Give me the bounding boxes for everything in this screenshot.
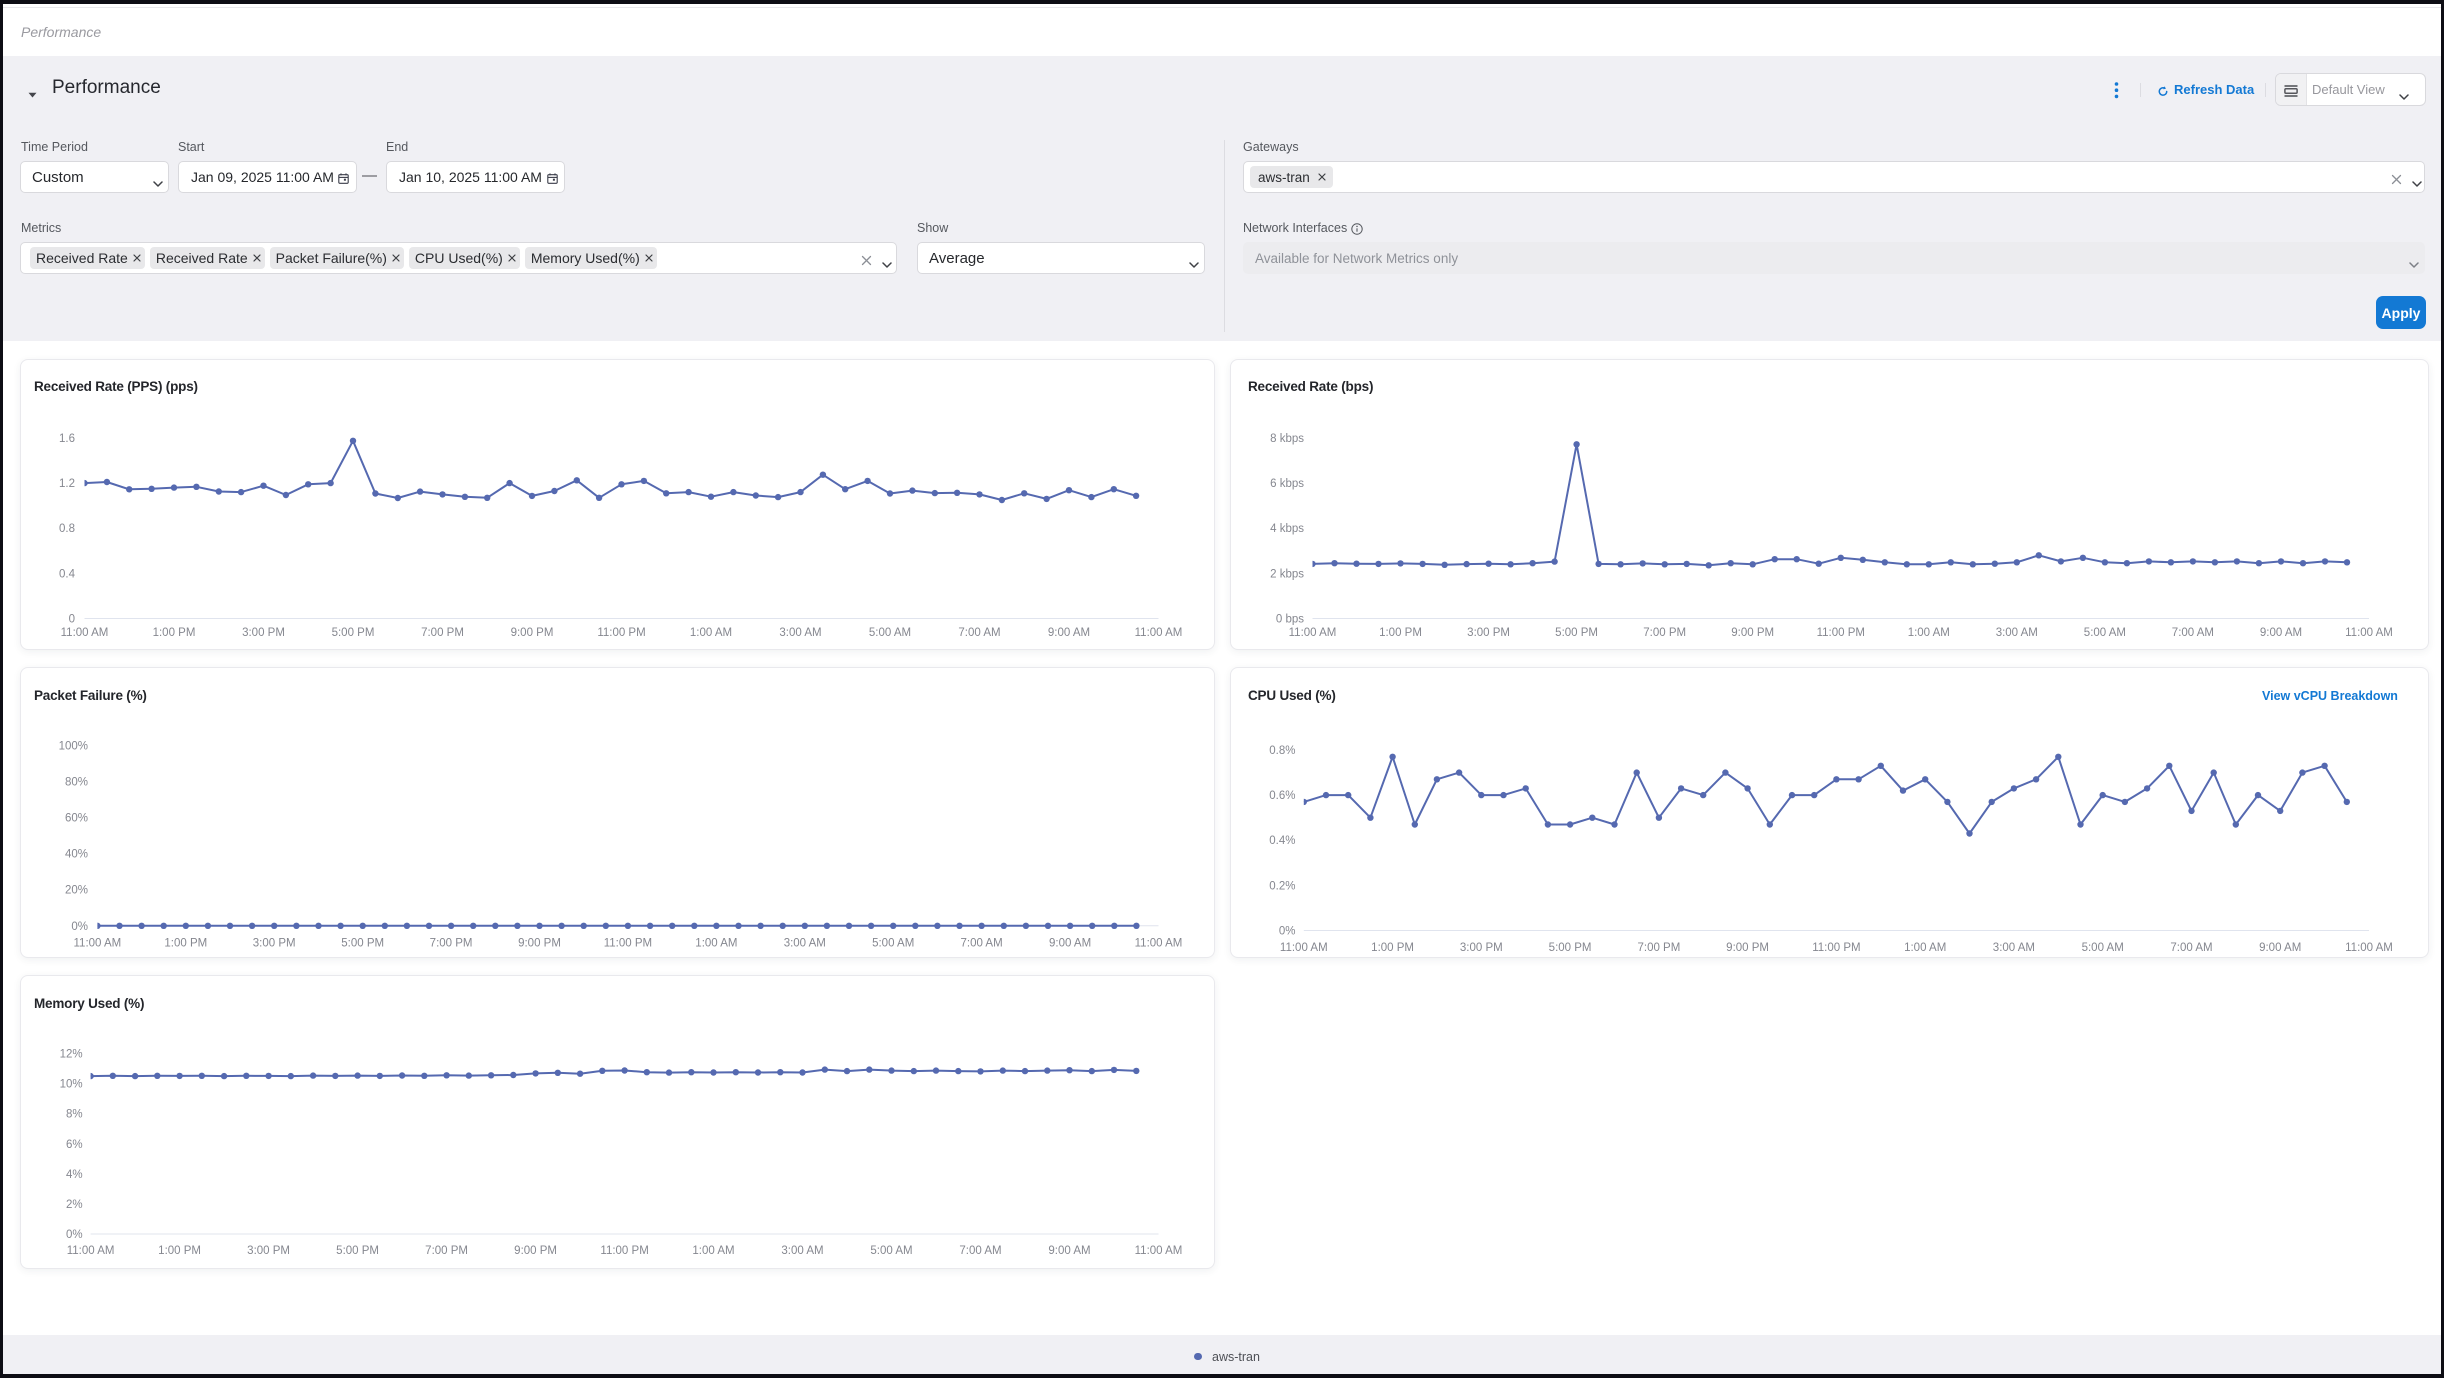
svg-text:11:00 AM: 11:00 AM xyxy=(67,1245,115,1257)
svg-text:9:00 AM: 9:00 AM xyxy=(1048,1245,1090,1257)
svg-text:5:00 AM: 5:00 AM xyxy=(2084,627,2126,639)
svg-text:11:00 AM: 11:00 AM xyxy=(1135,938,1183,950)
svg-text:1:00 PM: 1:00 PM xyxy=(1379,627,1422,639)
svg-text:7:00 AM: 7:00 AM xyxy=(958,627,1000,639)
svg-text:3:00 AM: 3:00 AM xyxy=(1993,942,2035,954)
svg-text:11:00 AM: 11:00 AM xyxy=(74,938,122,950)
svg-text:5:00 AM: 5:00 AM xyxy=(872,938,914,950)
svg-text:5:00 PM: 5:00 PM xyxy=(336,1245,379,1257)
svg-text:0.8%: 0.8% xyxy=(1269,745,1295,757)
svg-text:11:00 PM: 11:00 PM xyxy=(1812,942,1860,954)
svg-text:60%: 60% xyxy=(65,813,88,825)
svg-text:0 bps: 0 bps xyxy=(1276,614,1304,626)
svg-text:80%: 80% xyxy=(65,776,88,788)
svg-text:4 kbps: 4 kbps xyxy=(1270,523,1304,535)
svg-text:0%: 0% xyxy=(1279,926,1296,938)
svg-text:7:00 PM: 7:00 PM xyxy=(1637,942,1680,954)
svg-text:0.8: 0.8 xyxy=(59,523,75,535)
svg-text:3:00 PM: 3:00 PM xyxy=(1467,627,1510,639)
svg-text:20%: 20% xyxy=(65,885,88,897)
svg-text:5:00 PM: 5:00 PM xyxy=(332,627,375,639)
svg-text:1.6: 1.6 xyxy=(59,433,75,445)
svg-text:12%: 12% xyxy=(60,1049,83,1061)
svg-text:2 kbps: 2 kbps xyxy=(1270,568,1304,580)
svg-text:0%: 0% xyxy=(66,1229,83,1241)
svg-text:3:00 AM: 3:00 AM xyxy=(779,627,821,639)
svg-text:11:00 AM: 11:00 AM xyxy=(1135,1245,1183,1257)
svg-text:3:00 AM: 3:00 AM xyxy=(781,1245,823,1257)
svg-text:11:00 PM: 11:00 PM xyxy=(604,938,652,950)
svg-text:1:00 AM: 1:00 AM xyxy=(692,1245,734,1257)
svg-text:9:00 PM: 9:00 PM xyxy=(1731,627,1774,639)
svg-text:7:00 PM: 7:00 PM xyxy=(1643,627,1686,639)
svg-text:5:00 PM: 5:00 PM xyxy=(1549,942,1592,954)
svg-text:8%: 8% xyxy=(66,1109,83,1121)
svg-text:6 kbps: 6 kbps xyxy=(1270,478,1304,490)
svg-text:3:00 PM: 3:00 PM xyxy=(253,938,296,950)
svg-text:2%: 2% xyxy=(66,1199,83,1211)
svg-text:7:00 AM: 7:00 AM xyxy=(960,938,1002,950)
svg-text:3:00 PM: 3:00 PM xyxy=(247,1245,290,1257)
svg-text:9:00 AM: 9:00 AM xyxy=(1049,938,1091,950)
svg-text:1:00 PM: 1:00 PM xyxy=(153,627,196,639)
svg-text:5:00 AM: 5:00 AM xyxy=(2082,942,2124,954)
svg-text:1:00 PM: 1:00 PM xyxy=(1371,942,1414,954)
svg-text:11:00 AM: 11:00 AM xyxy=(1135,627,1183,639)
svg-text:11:00 AM: 11:00 AM xyxy=(1289,627,1337,639)
svg-text:9:00 PM: 9:00 PM xyxy=(1726,942,1769,954)
svg-text:10%: 10% xyxy=(60,1079,83,1091)
svg-text:9:00 PM: 9:00 PM xyxy=(514,1245,557,1257)
svg-text:9:00 PM: 9:00 PM xyxy=(518,938,561,950)
svg-text:4%: 4% xyxy=(66,1169,83,1181)
svg-text:0.6%: 0.6% xyxy=(1269,790,1295,802)
svg-text:3:00 PM: 3:00 PM xyxy=(1460,942,1503,954)
svg-text:5:00 PM: 5:00 PM xyxy=(341,938,384,950)
svg-text:8 kbps: 8 kbps xyxy=(1270,433,1304,445)
svg-text:7:00 AM: 7:00 AM xyxy=(2172,627,2214,639)
svg-text:7:00 AM: 7:00 AM xyxy=(959,1245,1001,1257)
svg-text:9:00 PM: 9:00 PM xyxy=(511,627,554,639)
svg-text:0%: 0% xyxy=(71,921,88,933)
svg-text:1:00 AM: 1:00 AM xyxy=(690,627,732,639)
svg-text:1:00 PM: 1:00 PM xyxy=(164,938,207,950)
svg-text:5:00 AM: 5:00 AM xyxy=(869,627,911,639)
svg-text:1:00 AM: 1:00 AM xyxy=(1908,627,1950,639)
svg-text:11:00 PM: 11:00 PM xyxy=(600,1245,648,1257)
svg-text:11:00 AM: 11:00 AM xyxy=(2345,627,2393,639)
svg-text:5:00 PM: 5:00 PM xyxy=(1555,627,1598,639)
svg-text:11:00 AM: 11:00 AM xyxy=(61,627,109,639)
svg-text:3:00 AM: 3:00 AM xyxy=(1996,627,2038,639)
svg-text:3:00 PM: 3:00 PM xyxy=(242,627,285,639)
svg-text:11:00 PM: 11:00 PM xyxy=(1817,627,1865,639)
svg-text:1:00 AM: 1:00 AM xyxy=(1904,942,1946,954)
svg-text:0.4: 0.4 xyxy=(59,568,76,580)
svg-text:11:00 AM: 11:00 AM xyxy=(2345,942,2393,954)
svg-text:11:00 PM: 11:00 PM xyxy=(597,627,645,639)
svg-text:1:00 PM: 1:00 PM xyxy=(158,1245,201,1257)
svg-text:1:00 AM: 1:00 AM xyxy=(695,938,737,950)
svg-text:7:00 PM: 7:00 PM xyxy=(425,1245,468,1257)
svg-text:7:00 AM: 7:00 AM xyxy=(2170,942,2212,954)
svg-text:7:00 PM: 7:00 PM xyxy=(421,627,464,639)
svg-text:0.4%: 0.4% xyxy=(1269,835,1295,847)
svg-text:9:00 AM: 9:00 AM xyxy=(2259,942,2301,954)
svg-text:100%: 100% xyxy=(59,740,88,752)
svg-text:5:00 AM: 5:00 AM xyxy=(870,1245,912,1257)
svg-text:11:00 AM: 11:00 AM xyxy=(1280,942,1328,954)
svg-text:40%: 40% xyxy=(65,849,88,861)
svg-text:9:00 AM: 9:00 AM xyxy=(2260,627,2302,639)
svg-text:9:00 AM: 9:00 AM xyxy=(1048,627,1090,639)
svg-text:7:00 PM: 7:00 PM xyxy=(430,938,473,950)
svg-text:6%: 6% xyxy=(66,1139,83,1151)
svg-text:0.2%: 0.2% xyxy=(1269,880,1295,892)
svg-text:1.2: 1.2 xyxy=(59,478,75,490)
svg-text:0: 0 xyxy=(69,614,75,626)
svg-text:3:00 AM: 3:00 AM xyxy=(784,938,826,950)
